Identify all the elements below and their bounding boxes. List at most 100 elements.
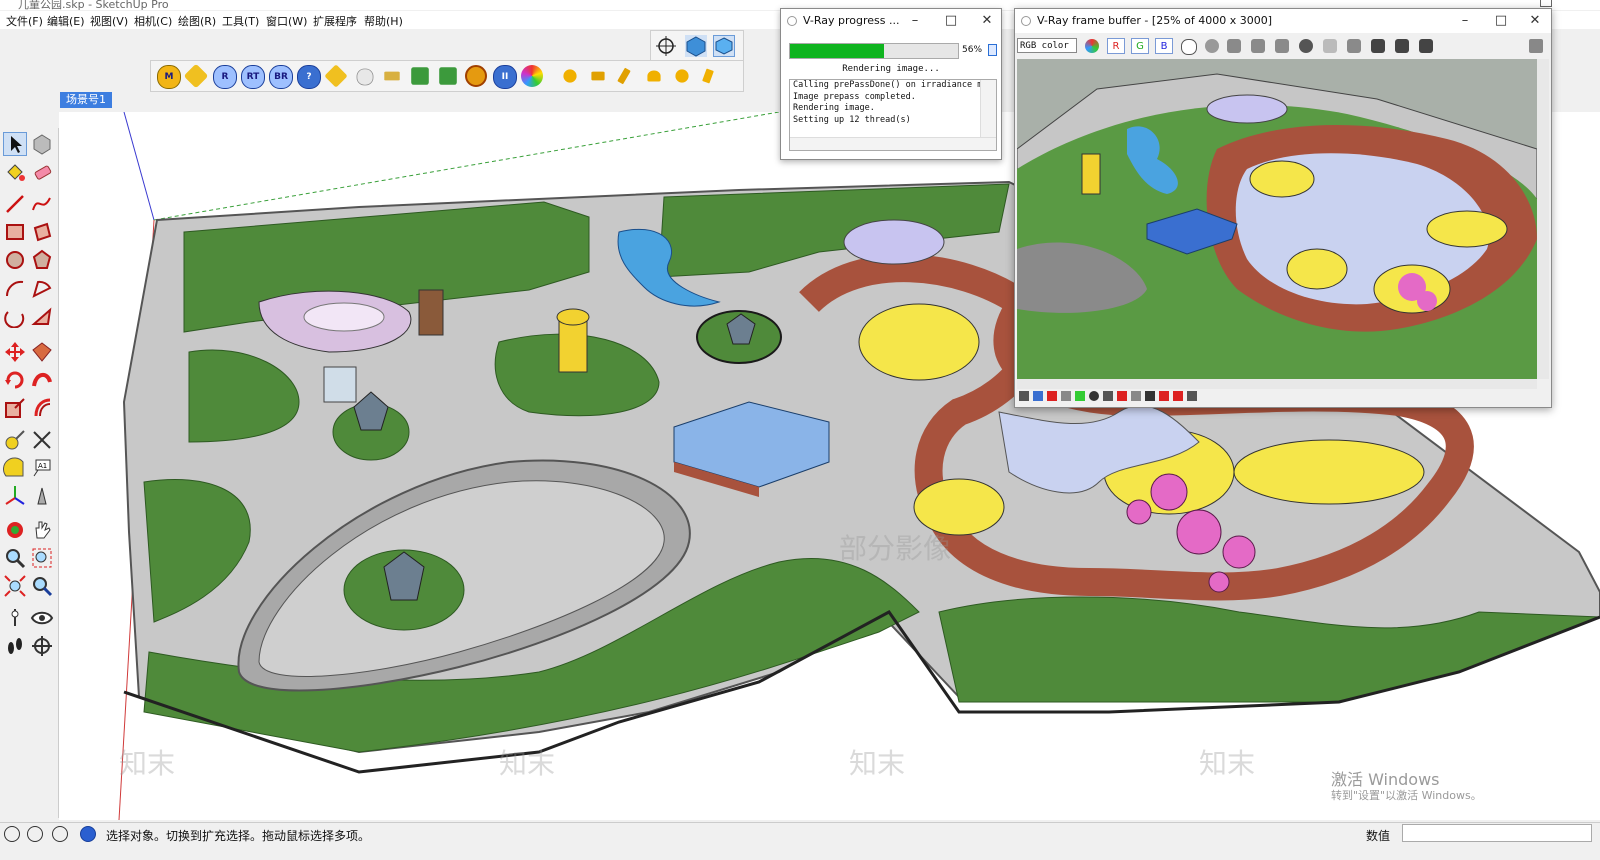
log-horizontal-scrollbar[interactable] — [790, 137, 996, 150]
help-icon[interactable] — [80, 826, 96, 842]
rendered-image[interactable] — [1017, 59, 1537, 379]
vfb-scrollbar-v[interactable] — [1537, 59, 1549, 379]
follow-me-icon[interactable] — [30, 368, 54, 392]
menu-window[interactable]: 窗口(W) — [266, 13, 307, 29]
dome-light-icon[interactable] — [647, 70, 661, 82]
make-component-icon[interactable] — [30, 132, 54, 156]
zoom-icon[interactable] — [3, 546, 27, 570]
menu-extensions[interactable]: 扩展程序 — [313, 13, 357, 29]
look-around-icon[interactable] — [30, 606, 54, 630]
section-plane-icon[interactable] — [30, 634, 54, 658]
rotated-rectangle-icon[interactable] — [30, 220, 54, 244]
push-pull-icon[interactable] — [30, 340, 54, 364]
circle-icon[interactable] — [3, 248, 27, 272]
move-icon[interactable] — [3, 340, 27, 364]
vfb-tool-icon[interactable] — [1117, 391, 1127, 401]
credits-icon[interactable] — [27, 826, 43, 842]
ies-light-icon[interactable] — [702, 68, 714, 84]
rect-light-icon[interactable] — [591, 71, 605, 81]
vray-material-icon[interactable] — [713, 35, 735, 57]
track-mouse-icon[interactable] — [1347, 39, 1361, 53]
plugin-m-button[interactable]: M — [157, 65, 181, 89]
minimize-button[interactable]: – — [1451, 9, 1479, 33]
red-channel-button[interactable]: R — [1107, 38, 1125, 54]
sphere-icon[interactable] — [356, 68, 374, 86]
pan-icon[interactable] — [30, 518, 54, 542]
zoom-window-icon[interactable] — [30, 546, 54, 570]
blue-channel-button[interactable]: B — [1155, 38, 1173, 54]
vfb-tool-icon[interactable] — [1033, 391, 1043, 401]
vray-light-icon[interactable] — [685, 35, 707, 57]
vfb-tool-icon[interactable] — [1061, 391, 1071, 401]
menu-tools[interactable]: 工具(T) — [222, 13, 259, 29]
select-icon[interactable] — [3, 132, 27, 156]
clear-image-icon[interactable] — [1275, 39, 1289, 53]
spot-light-icon[interactable] — [617, 67, 631, 85]
axes-icon[interactable] — [3, 484, 27, 508]
vfb-tool-icon[interactable] — [1103, 391, 1113, 401]
color-corrections-icon[interactable] — [1395, 39, 1409, 53]
paint-bucket-icon[interactable] — [3, 160, 27, 184]
plugin-br-button[interactable]: BR — [269, 65, 293, 89]
maximize-button[interactable]: □ — [1487, 9, 1515, 33]
color-picker-icon[interactable] — [1085, 39, 1099, 53]
sphere-light-icon[interactable] — [675, 69, 689, 83]
menu-help[interactable]: 帮助(H) — [364, 13, 403, 29]
vfb-tool-icon[interactable] — [1075, 391, 1085, 401]
menu-edit[interactable]: 编辑(E) — [47, 13, 85, 29]
save-image-icon[interactable] — [1227, 39, 1241, 53]
position-camera-icon[interactable] — [3, 606, 27, 630]
vfb-tool-icon[interactable] — [1159, 391, 1169, 401]
vfb-tool-icon[interactable] — [1131, 391, 1141, 401]
plugin-r-button[interactable]: R — [213, 65, 237, 89]
text-icon[interactable]: A1 — [30, 456, 54, 480]
3d-text-icon[interactable] — [30, 484, 54, 508]
pause-icon[interactable]: II — [493, 65, 517, 89]
previous-view-icon[interactable] — [30, 574, 54, 598]
two-point-arc-icon[interactable] — [30, 304, 54, 328]
target-icon[interactable] — [465, 65, 487, 87]
polygon-icon[interactable] — [30, 248, 54, 272]
stop-render-button[interactable] — [988, 44, 997, 56]
log-vertical-scrollbar[interactable] — [980, 80, 996, 138]
alpha-channel-icon[interactable] — [1181, 39, 1197, 55]
channel-select[interactable]: RGB color — [1017, 38, 1077, 53]
tape-measure-icon[interactable] — [3, 428, 27, 452]
menu-file[interactable]: 文件(F) — [6, 13, 43, 29]
orbit-crosshair-icon[interactable] — [655, 35, 677, 57]
pie-icon[interactable] — [30, 276, 54, 300]
rotate-icon[interactable] — [3, 368, 27, 392]
vfb-tool-icon[interactable] — [1047, 391, 1057, 401]
close-button[interactable]: ✕ — [973, 9, 1001, 33]
eraser-icon[interactable] — [30, 160, 54, 184]
dimension-icon[interactable] — [30, 428, 54, 452]
render-log[interactable]: Calling prePassDone() on irradiance map … — [789, 79, 997, 151]
green-channel-button[interactable]: G — [1131, 38, 1149, 54]
mono-channel-icon[interactable] — [1205, 39, 1219, 53]
freehand-icon[interactable] — [30, 192, 54, 216]
vfb-tool-icon[interactable] — [1187, 391, 1197, 401]
maximize-button[interactable] — [1540, 0, 1552, 7]
help-icon[interactable]: ? — [297, 65, 321, 89]
tag-alt-icon[interactable] — [324, 64, 348, 88]
stop-render-icon[interactable] — [1299, 39, 1313, 53]
menu-camera[interactable]: 相机(C) — [134, 13, 172, 29]
geo-location-icon[interactable] — [4, 826, 20, 842]
sign-in-icon[interactable] — [52, 826, 68, 842]
scene-tab[interactable]: 场景号1 — [60, 92, 112, 108]
line-icon[interactable] — [3, 192, 27, 216]
plane-icon[interactable] — [384, 71, 400, 81]
terrain-icon[interactable] — [411, 67, 429, 85]
maximize-button[interactable]: □ — [937, 9, 965, 33]
rectangle-icon[interactable] — [3, 220, 27, 244]
vfb-scrollbar-h[interactable] — [1017, 379, 1537, 389]
region-render-icon[interactable] — [1323, 39, 1337, 53]
teapot-render-icon[interactable] — [1529, 39, 1543, 53]
show-history-icon[interactable] — [1419, 39, 1433, 53]
vfb-tool-icon[interactable] — [1089, 391, 1099, 401]
load-image-icon[interactable] — [1251, 39, 1265, 53]
offset-icon[interactable] — [30, 396, 54, 420]
menu-draw[interactable]: 绘图(R) — [178, 13, 216, 29]
three-point-arc-icon[interactable] — [3, 304, 27, 329]
vfb-tool-icon[interactable] — [1019, 391, 1029, 401]
